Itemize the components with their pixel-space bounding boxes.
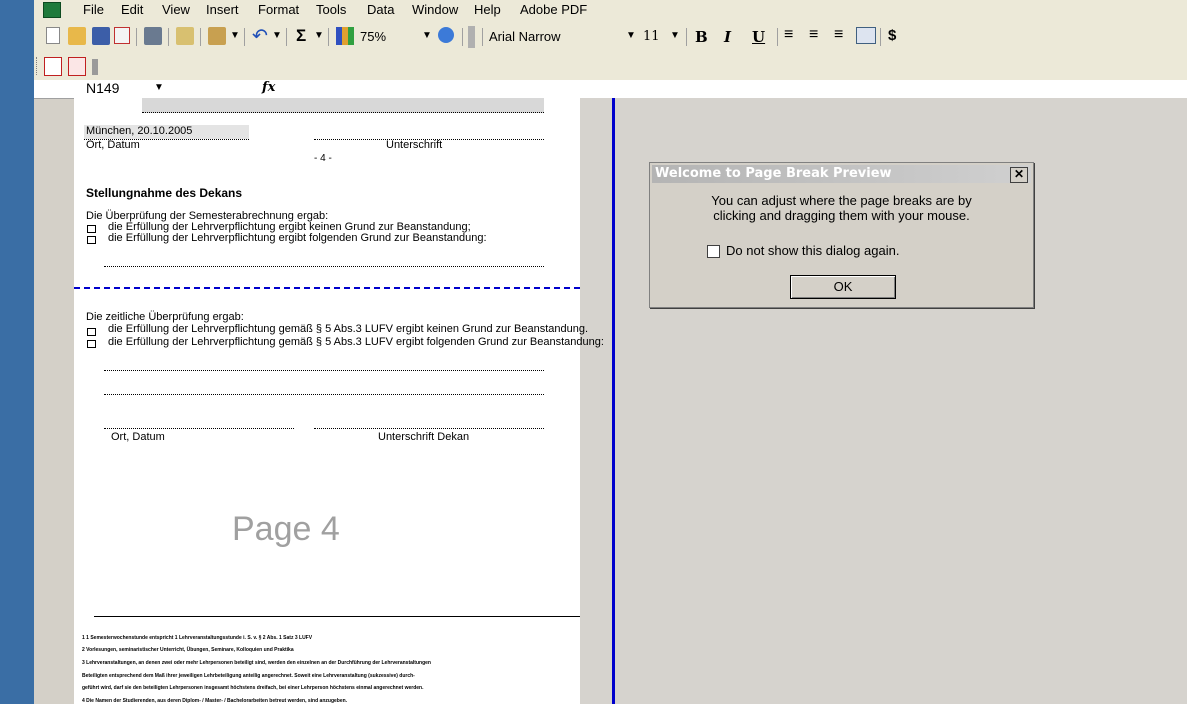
zoom-dropdown-arrow-icon[interactable]: ▼: [422, 30, 432, 41]
convert-and-email-pdf-icon[interactable]: [68, 57, 86, 76]
dotted-line: [314, 428, 544, 429]
do-not-show-checkbox[interactable]: [707, 245, 720, 258]
chart-wizard-icon[interactable]: [336, 27, 354, 45]
permission-icon[interactable]: [114, 27, 130, 44]
dialog-message-line2: clicking and dragging them with your mou…: [713, 208, 970, 223]
desktop-edge: [0, 0, 34, 704]
printable-page[interactable]: München, 20.10.2005 Ort, Datum Unterschr…: [74, 98, 604, 704]
align-center-icon[interactable]: ≡: [809, 26, 818, 44]
menu-data[interactable]: Data: [367, 2, 394, 17]
shaded-cell: [142, 98, 544, 113]
dean-signature-label: Unterschrift Dekan: [378, 431, 470, 443]
name-box[interactable]: N149: [86, 80, 119, 96]
font-size-dropdown-arrow-icon[interactable]: ▼: [670, 30, 680, 41]
research-icon[interactable]: [176, 27, 194, 45]
undo-dropdown-arrow-icon[interactable]: ▼: [272, 30, 282, 41]
new-document-icon[interactable]: [46, 27, 60, 44]
dialog-message-line1: You can adjust where the page breaks are…: [711, 193, 972, 208]
align-right-icon[interactable]: ≡: [834, 26, 843, 44]
menu-view[interactable]: View: [162, 2, 190, 17]
menu-tools[interactable]: Tools: [316, 2, 346, 17]
page-number: - 4 -: [314, 153, 332, 164]
page-break-line[interactable]: [74, 287, 580, 289]
menu-insert[interactable]: Insert: [206, 2, 239, 17]
footnote-3-cont-1: Beteiligten entsprechend dem Maß ihrer j…: [82, 673, 415, 679]
menu-file[interactable]: File: [83, 2, 104, 17]
excel-app-icon[interactable]: [43, 2, 61, 18]
name-box-dropdown-arrow-icon[interactable]: ▼: [154, 82, 164, 93]
font-name-dropdown-arrow-icon[interactable]: ▼: [626, 30, 636, 41]
option3-text: die Erfüllung der Lehrverpflichtung gemä…: [108, 323, 589, 335]
signature-label: Unterschrift: [386, 139, 443, 151]
bold-button[interactable]: B: [695, 28, 708, 46]
toolbar-handle[interactable]: [468, 26, 475, 48]
currency-button[interactable]: $: [888, 27, 896, 44]
footnote-3: 3 Lehrveranstaltungen, an denen zwei ode…: [82, 660, 431, 666]
toolbar-handle: [36, 57, 40, 75]
ok-button[interactable]: OK: [790, 275, 896, 299]
checkbox-option1[interactable]: [87, 225, 96, 233]
checkbox-option2[interactable]: [87, 236, 96, 244]
dean-heading: Stellungnahme des Dekans: [86, 186, 243, 200]
font-size-box[interactable]: 11: [643, 29, 660, 44]
dotted-line: [104, 428, 294, 429]
underline-button[interactable]: U: [752, 28, 765, 46]
dialog-title-bar[interactable]: Welcome to Page Break Preview ✕: [652, 165, 1031, 183]
dotted-line: [104, 266, 544, 267]
close-icon[interactable]: ✕: [1010, 167, 1028, 183]
merge-center-icon[interactable]: [856, 27, 876, 44]
standard-toolbar: ▼ ↶ ▼ Σ ▼ 75% ▼ Arial Narrow ▼ 11 ▼ B I …: [34, 20, 1187, 54]
option4-text: die Erfüllung der Lehrverpflichtung gemä…: [108, 336, 604, 348]
help-icon[interactable]: [438, 27, 454, 43]
option2-text: die Erfüllung der Lehrverpflichtung ergi…: [108, 232, 487, 244]
menu-format[interactable]: Format: [258, 2, 299, 17]
footnote-1: 1 1 Semesterwochenstunde entspricht 1 Le…: [82, 635, 313, 641]
paste-dropdown-arrow-icon[interactable]: ▼: [230, 30, 240, 41]
convert-to-pdf-icon[interactable]: [44, 57, 62, 76]
undo-icon[interactable]: ↶: [252, 25, 268, 48]
menu-edit[interactable]: Edit: [121, 2, 143, 17]
autosum-dropdown-arrow-icon[interactable]: ▼: [314, 30, 324, 41]
place-date-value: München, 20.10.2005: [86, 125, 193, 137]
page-watermark: Page 4: [232, 510, 340, 548]
italic-button[interactable]: I: [724, 28, 731, 46]
do-not-show-label[interactable]: Do not show this dialog again.: [726, 243, 899, 258]
insert-function-icon[interactable]: fx: [262, 80, 275, 95]
time-check-text: Die zeitliche Überprüfung ergab:: [86, 311, 244, 323]
footnote-2: 2 Vorlesungen, seminaristischer Unterric…: [82, 647, 294, 653]
excel-window: File Edit View Insert Format Tools Data …: [34, 0, 1187, 704]
footnote-separator: [94, 616, 580, 617]
print-icon[interactable]: [144, 27, 162, 45]
menu-window[interactable]: Window: [412, 2, 458, 17]
footnote-4: 4 Die Namen der Studierenden, aus deren …: [82, 698, 348, 704]
adobe-pdf-toolbar: [34, 54, 1187, 80]
autosum-icon[interactable]: Σ: [296, 26, 306, 46]
dialog-title: Welcome to Page Break Preview: [655, 166, 892, 181]
zoom-value[interactable]: 75%: [360, 29, 386, 44]
paste-icon[interactable]: [208, 27, 226, 45]
vertical-page-break[interactable]: [612, 98, 615, 704]
align-left-icon[interactable]: ≡: [784, 26, 793, 44]
save-icon[interactable]: [92, 27, 110, 45]
checkbox-option3[interactable]: [87, 328, 96, 336]
page-break-preview-dialog: Welcome to Page Break Preview ✕ You can …: [649, 162, 1034, 308]
toolbar-options-icon[interactable]: [92, 59, 98, 75]
place-date-label-2: Ort, Datum: [111, 431, 165, 443]
place-date-label: Ort, Datum: [86, 139, 140, 151]
footnote-3-cont-2: geführt wird, darf sie den beteiligten L…: [82, 685, 424, 691]
font-name-box[interactable]: Arial Narrow: [489, 29, 561, 44]
dotted-line: [104, 394, 544, 395]
open-folder-icon[interactable]: [68, 27, 86, 45]
menu-adobe-pdf[interactable]: Adobe PDF: [520, 2, 587, 17]
menu-bar: File Edit View Insert Format Tools Data …: [34, 0, 1187, 20]
menu-help[interactable]: Help: [474, 2, 501, 17]
dotted-line: [104, 370, 544, 371]
checkbox-option4[interactable]: [87, 340, 96, 348]
formula-bar: N149 ▼ fx: [34, 80, 1187, 99]
